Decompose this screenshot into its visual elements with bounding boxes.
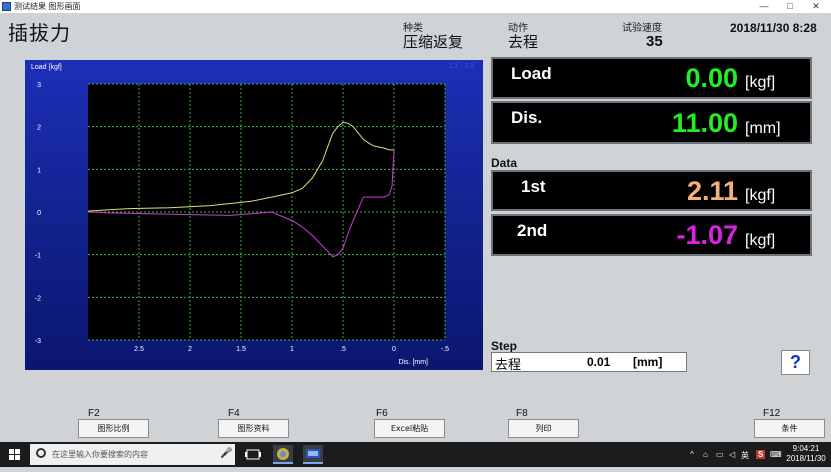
second-readout: 2nd -1.07 [kgf]: [491, 214, 812, 256]
antivirus-tray-icon[interactable]: S: [756, 450, 766, 459]
page-title: 插拔力: [8, 21, 71, 45]
y-tick-label: 2: [37, 125, 41, 132]
y-tick-label: 1: [37, 167, 41, 174]
dis-label: Dis.: [511, 108, 543, 127]
y-tick-label: 0: [37, 210, 41, 217]
fkey-f6-label: F6: [376, 408, 388, 419]
chart-corner-label: 1.1 : 3.3: [449, 63, 474, 70]
print-button[interactable]: 列印: [508, 419, 579, 438]
taskbar-search-box[interactable]: 在这里输入你要搜索的内容 🎤: [30, 444, 235, 465]
tester-app-taskbar-icon[interactable]: [303, 445, 323, 464]
action-value: 去程: [508, 33, 539, 51]
close-button[interactable]: ✕: [803, 0, 829, 13]
windows-start-button[interactable]: [0, 442, 30, 467]
chart-svg: Load [kgf] 1.1 : 3.3 Dis. [mm] 2.5 2 1.5 1.…: [31, 63, 474, 366]
load-label: Load: [511, 64, 552, 83]
step-value: 0.01: [587, 355, 611, 369]
x-tick-label: -.5: [441, 346, 449, 353]
conditions-button[interactable]: 条件: [754, 419, 825, 438]
x-tick-label: 2: [188, 346, 192, 353]
taskbar: 在这里输入你要搜索的内容 🎤 ^ ⌂ ▭ ◁ 英 S ⌨ 9:04:21 201…: [0, 442, 831, 467]
dis-readout: Dis. 11.00 [mm]: [491, 101, 812, 144]
clock-date: 2018/11/30: [786, 454, 826, 463]
y-tick-label: 3: [37, 82, 41, 89]
speed-value: 35: [646, 33, 663, 50]
second-label: 2nd: [517, 221, 548, 240]
x-tick-label: 2.5: [134, 346, 144, 353]
ime-indicator[interactable]: 英: [741, 450, 749, 461]
windows-logo-icon: [9, 449, 20, 460]
step-action: 去程: [495, 358, 522, 373]
app-taskbar-icon[interactable]: [273, 445, 293, 464]
keyboard-icon[interactable]: ⌨: [770, 450, 782, 459]
minimize-button[interactable]: —: [751, 0, 777, 13]
first-readout: 1st 2.11 [kgf]: [491, 170, 812, 211]
app-icon: [2, 2, 11, 11]
step-title: Step: [491, 339, 518, 353]
second-unit: [kgf]: [745, 232, 776, 249]
datetime: 2018/11/30 8:28: [730, 21, 817, 35]
taskbar-clock[interactable]: 9:04:21 2018/11/30: [784, 444, 828, 464]
help-button[interactable]: ?: [781, 350, 810, 375]
task-view-icon[interactable]: [243, 445, 263, 464]
network-icon[interactable]: ⌂: [703, 450, 708, 459]
x-tick-label: 1.5: [236, 346, 246, 353]
fkey-f2-label: F2: [88, 408, 100, 419]
x-axis-label: Dis. [mm]: [398, 359, 428, 366]
graph-data-button[interactable]: 图形资料: [218, 419, 289, 438]
fkey-f8-label: F8: [516, 408, 528, 419]
second-value: -1.07: [676, 220, 738, 250]
y-tick-label: -3: [35, 338, 41, 345]
x-tick-label: 1: [290, 346, 294, 353]
graph-scale-button[interactable]: 图形比例: [78, 419, 149, 438]
y-tick-label: -2: [35, 295, 41, 302]
first-unit: [kgf]: [745, 187, 776, 204]
fkey-f4-label: F4: [228, 408, 240, 419]
battery-icon[interactable]: ▭: [716, 450, 724, 459]
first-value: 2.11: [686, 176, 738, 206]
y-axis-label: Load [kgf]: [31, 64, 62, 71]
x-tick-label: 0: [392, 346, 396, 353]
dis-unit: [mm]: [745, 120, 781, 137]
load-displacement-chart: Load [kgf] 1.1 : 3.3 Dis. [mm] 2.5 2 1.5 1.…: [25, 60, 483, 370]
x-tick-label: .5: [340, 346, 346, 353]
fkey-f12-label: F12: [763, 408, 781, 419]
window-title-bar: 测试结果 图形画面 — □ ✕: [0, 0, 831, 13]
cortana-icon: [36, 448, 46, 458]
data-section-title: Data: [491, 156, 518, 170]
maximize-button[interactable]: □: [777, 0, 803, 13]
first-label: 1st: [521, 177, 546, 196]
load-value: 0.00: [685, 63, 738, 93]
load-unit: [kgf]: [745, 74, 776, 91]
type-value: 压缩返复: [403, 33, 464, 51]
step-field: 去程 0.01 [mm]: [491, 352, 687, 373]
volume-icon[interactable]: ◁: [729, 450, 735, 459]
tray-overflow-icon[interactable]: ^: [690, 450, 694, 459]
step-unit: [mm]: [633, 355, 663, 369]
excel-paste-button[interactable]: Excel粘贴: [374, 419, 445, 438]
search-placeholder: 在这里输入你要搜索的内容: [52, 450, 148, 459]
microphone-icon[interactable]: 🎤: [220, 448, 232, 459]
dis-value: 11.00: [671, 108, 738, 138]
clock-time: 9:04:21: [792, 444, 820, 453]
speed-label: 试验速度: [622, 23, 662, 34]
window-title: 测试结果 图形画面: [14, 2, 81, 11]
y-tick-label: -1: [35, 253, 41, 260]
load-readout: Load 0.00 [kgf]: [491, 57, 812, 99]
